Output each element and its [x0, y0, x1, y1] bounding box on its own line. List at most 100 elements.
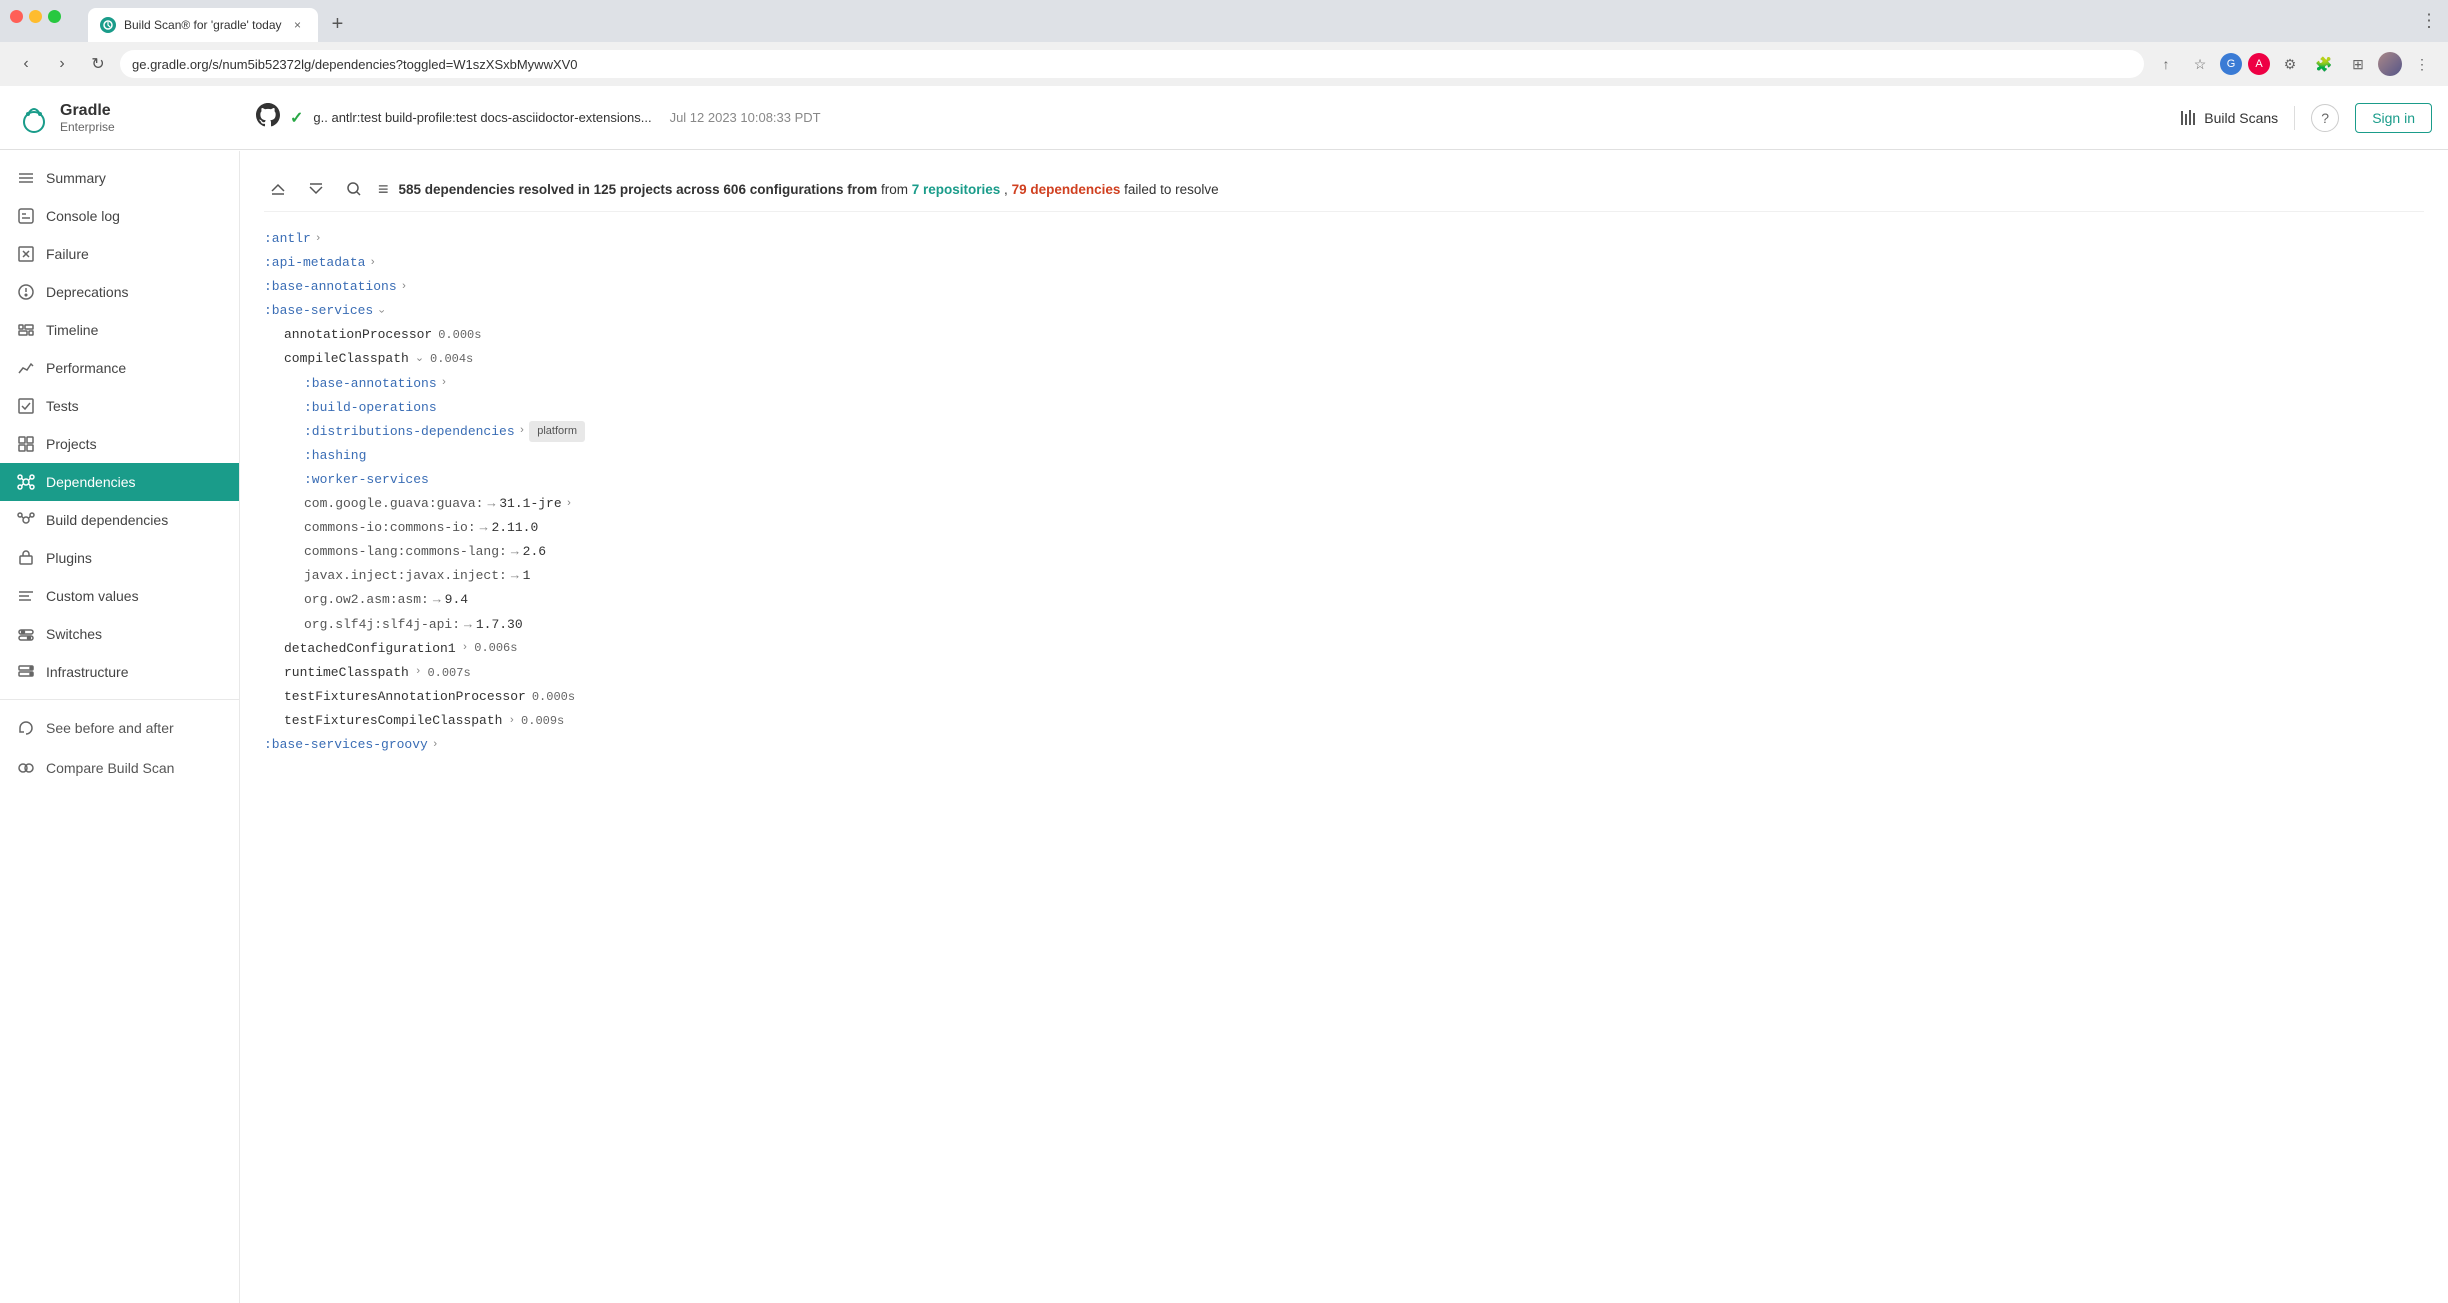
dep-config-name-ap: annotationProcessor — [284, 324, 432, 346]
build-status-icon: ✓ — [290, 108, 303, 128]
sidebar-item-performance[interactable]: Performance — [0, 349, 239, 387]
sidebar-label-deprecations: Deprecations — [46, 284, 129, 300]
bookmark-icon[interactable]: ☆ — [2186, 50, 2214, 78]
sidebar-item-dependencies[interactable]: Dependencies — [0, 463, 239, 501]
address-bar[interactable]: ge.gradle.org/s/num5ib52372lg/dependenci… — [120, 50, 2144, 78]
infrastructure-icon — [16, 662, 36, 682]
dep-project-base-annotations[interactable]: :base-annotations › — [264, 276, 2424, 298]
dep-chevron-dist-deps[interactable]: › — [519, 422, 526, 441]
dep-project-name-base-annotations: :base-annotations — [264, 276, 397, 298]
sidebar-item-build-dependencies[interactable]: Build dependencies — [0, 501, 239, 539]
sidebar-label-plugins: Plugins — [46, 550, 92, 566]
switches-icon — [16, 624, 36, 644]
dep-chevron-base-services-groovy[interactable]: › — [432, 736, 439, 755]
sidebar-item-failure[interactable]: Failure — [0, 235, 239, 273]
dep-chevron-base-annotations-2[interactable]: › — [441, 374, 448, 393]
dep-project-api-metadata[interactable]: :api-metadata › — [264, 252, 2424, 274]
dep-config-name-rc: runtimeClasspath — [284, 662, 409, 684]
dep-project-antlr[interactable]: :antlr › — [264, 228, 2424, 250]
sidebar-label-performance: Performance — [46, 360, 126, 376]
dep-chevron-rc[interactable]: › — [415, 663, 422, 682]
sidebar-item-timeline[interactable]: Timeline — [0, 311, 239, 349]
dep-config-detached-1[interactable]: detachedConfiguration1 › 0.006s — [284, 638, 2424, 660]
build-scans-button[interactable]: Build Scans — [2180, 109, 2278, 127]
sidebar-item-infrastructure[interactable]: Infrastructure — [0, 653, 239, 691]
help-button[interactable]: ? — [2311, 104, 2339, 132]
dep-chevron-base-annotations[interactable]: › — [401, 278, 408, 297]
forward-button[interactable]: › — [48, 50, 76, 78]
extension-icon-3[interactable]: ⚙ — [2276, 50, 2304, 78]
dep-version-guava: 31.1-jre — [499, 493, 561, 515]
dep-version-ow2-asm: 9.4 — [445, 589, 468, 611]
github-icon — [256, 103, 280, 133]
dep-config-runtime-classpath[interactable]: runtimeClasspath › 0.007s — [284, 662, 2424, 684]
dep-artifact-name-commons-io: commons-io:commons-io: — [304, 517, 476, 539]
sidebar-label-tests: Tests — [46, 398, 79, 414]
dep-project-base-services-row[interactable]: :base-services › — [264, 300, 2424, 322]
browser-more-icon[interactable]: ⋮ — [2408, 50, 2436, 78]
profile-icon[interactable] — [2378, 52, 2402, 76]
dep-chevron-cc[interactable]: ⌄ — [415, 350, 424, 369]
dep-sub-name-build-operations: :build-operations — [304, 397, 437, 419]
extension-icon-2[interactable]: A — [2248, 53, 2270, 75]
dep-config-compile-classpath-row[interactable]: compileClasspath ⌄ 0.004s — [284, 348, 2424, 370]
dep-sub-name-worker-services: :worker-services — [304, 469, 429, 491]
dep-sub-base-annotations[interactable]: :base-annotations › — [304, 373, 2424, 395]
dep-sub-distributions-dependencies[interactable]: :distributions-dependencies › platform — [304, 421, 2424, 443]
dep-chevron-api-metadata[interactable]: › — [369, 254, 376, 273]
dep-arrow-ow2-asm: → — [433, 589, 441, 611]
tab-close-button[interactable]: × — [290, 17, 306, 33]
expand-all-button[interactable] — [302, 175, 330, 203]
reload-button[interactable]: ↻ — [84, 50, 112, 78]
sidebar-item-tests[interactable]: Tests — [0, 387, 239, 425]
dep-artifact-javax-inject: javax.inject:javax.inject: → 1 — [304, 565, 2424, 587]
dep-chevron-antlr[interactable]: › — [315, 230, 322, 249]
sidebar-item-console-log[interactable]: Console log — [0, 197, 239, 235]
dep-chevron-detached-1[interactable]: › — [462, 639, 469, 658]
dep-config-test-fixtures-cc[interactable]: testFixturesCompileClasspath › 0.009s — [284, 710, 2424, 732]
logo-enterprise-text: Enterprise — [60, 120, 115, 134]
sidebar-label-custom-values: Custom values — [46, 588, 139, 604]
extension-icon-5[interactable]: ⊞ — [2344, 50, 2372, 78]
extension-icon-1[interactable]: G — [2220, 53, 2242, 75]
sign-in-button[interactable]: Sign in — [2355, 103, 2432, 133]
sidebar-item-compare-build-scan[interactable]: Compare Build Scan — [0, 748, 239, 788]
dep-repos-count[interactable]: 7 repositories — [912, 182, 1001, 197]
dep-sub-worker-services: :worker-services — [304, 469, 2424, 491]
window-maximize[interactable] — [48, 10, 61, 23]
browser-tab[interactable]: Build Scan® for 'gradle' today × — [88, 8, 318, 42]
sidebar-item-summary[interactable]: Summary — [0, 159, 239, 197]
window-close[interactable] — [10, 10, 23, 23]
extension-icon-4[interactable]: 🧩 — [2310, 50, 2338, 78]
share-icon[interactable]: ↑ — [2152, 50, 2180, 78]
dep-chevron-base-services[interactable]: › — [371, 308, 390, 315]
sidebar-item-deprecations[interactable]: Deprecations — [0, 273, 239, 311]
dep-project-base-services-groovy[interactable]: :base-services-groovy › — [264, 734, 2424, 756]
sidebar-item-plugins[interactable]: Plugins — [0, 539, 239, 577]
sidebar-item-see-before-after[interactable]: See before and after — [0, 708, 239, 748]
search-button[interactable] — [340, 175, 368, 203]
new-tab-button[interactable]: + — [324, 10, 352, 38]
dep-arrow-slf4j: → — [464, 614, 472, 636]
dep-config-test-fixtures-ap[interactable]: testFixturesAnnotationProcessor 0.000s — [284, 686, 2424, 708]
sidebar-item-switches[interactable]: Switches — [0, 615, 239, 653]
dep-failed-count[interactable]: 79 dependencies — [1012, 182, 1121, 197]
window-minimize[interactable] — [29, 10, 42, 23]
browser-menu-icon[interactable]: ⋮ — [2420, 11, 2438, 32]
dep-version-commons-lang: 2.6 — [523, 541, 546, 563]
dep-chevron-guava[interactable]: › — [566, 495, 573, 514]
dep-artifact-commons-lang: commons-lang:commons-lang: → 2.6 — [304, 541, 2424, 563]
dep-sub-build-operations: :build-operations — [304, 397, 2424, 419]
dep-config-annotation-processor[interactable]: annotationProcessor 0.000s — [284, 324, 2424, 346]
sidebar-item-projects[interactable]: Projects — [0, 425, 239, 463]
dep-config-name-tfap: testFixturesAnnotationProcessor — [284, 686, 526, 708]
summary-icon — [16, 168, 36, 188]
sidebar-label-console-log: Console log — [46, 208, 120, 224]
sidebar-label-failure: Failure — [46, 246, 89, 262]
dep-chevron-tfcc[interactable]: › — [508, 712, 515, 731]
collapse-all-button[interactable] — [264, 175, 292, 203]
app-logo: Gradle Enterprise — [16, 100, 256, 136]
sidebar-item-custom-values[interactable]: Custom values — [0, 577, 239, 615]
back-button[interactable]: ‹ — [12, 50, 40, 78]
dep-artifact-guava[interactable]: com.google.guava:guava: → 31.1-jre › — [304, 493, 2424, 515]
